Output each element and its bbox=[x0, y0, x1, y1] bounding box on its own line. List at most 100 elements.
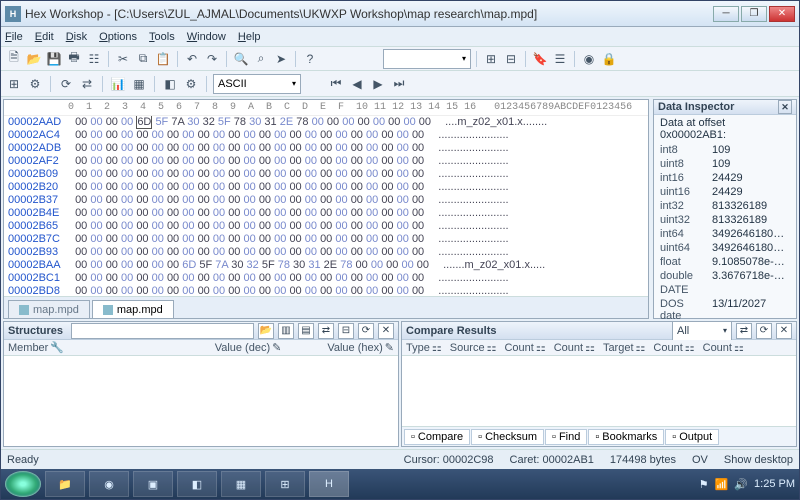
hex-row[interactable]: 00002B37 00 00 00 00 00 00 00 00 00 00 0… bbox=[4, 194, 648, 207]
inspector-close-icon[interactable]: ✕ bbox=[778, 100, 792, 114]
compare-col[interactable]: Target ⚏ bbox=[603, 341, 645, 354]
file-tab[interactable]: map.mpd bbox=[8, 300, 90, 318]
compare-col[interactable]: Count ⚏ bbox=[504, 341, 545, 354]
minimize-button[interactable]: ─ bbox=[713, 6, 739, 22]
taskbar-explorer-icon[interactable]: 📁 bbox=[45, 471, 85, 497]
find-icon[interactable]: 🔍 bbox=[232, 50, 250, 68]
compare-col[interactable]: Count ⚏ bbox=[554, 341, 595, 354]
link-struct-icon[interactable]: ⇄ bbox=[318, 323, 334, 339]
reload-icon[interactable]: ⟳ bbox=[57, 75, 75, 93]
taskbar-hexworkshop-icon[interactable]: H bbox=[309, 471, 349, 497]
undo-icon[interactable]: ↶ bbox=[183, 50, 201, 68]
taskbar-clock[interactable]: 1:25 PM bbox=[754, 479, 795, 490]
paste-icon[interactable]: 📋 bbox=[154, 50, 172, 68]
hex-row[interactable]: 00002BD8 00 00 00 00 00 00 00 00 00 00 0… bbox=[4, 285, 648, 296]
open-struct-icon[interactable]: 📂 bbox=[258, 323, 274, 339]
compare-close-icon[interactable]: ✕ bbox=[776, 323, 792, 339]
inspector-row[interactable]: uint8109 bbox=[654, 157, 796, 171]
lock-icon[interactable]: 🔒 bbox=[600, 50, 618, 68]
inspector-row[interactable]: uint1624429 bbox=[654, 185, 796, 199]
structures-body[interactable] bbox=[4, 356, 398, 446]
calc-icon[interactable]: ⊞ bbox=[5, 75, 23, 93]
inspector-row[interactable]: uint32813326189 bbox=[654, 213, 796, 227]
structures-close-icon[interactable]: ✕ bbox=[378, 323, 394, 339]
copy-icon[interactable]: ⧉ bbox=[134, 50, 152, 68]
start-button[interactable] bbox=[5, 471, 41, 497]
result-tab-compare[interactable]: ▫Compare bbox=[404, 429, 470, 445]
bookmark-icon[interactable]: 🔖 bbox=[531, 50, 549, 68]
hex-row[interactable]: 00002B65 00 00 00 00 00 00 00 00 00 00 0… bbox=[4, 220, 648, 233]
structures-select[interactable] bbox=[71, 323, 254, 339]
taskbar-chrome-icon[interactable]: ◉ bbox=[89, 471, 129, 497]
show-desktop-button[interactable]: Show desktop bbox=[724, 454, 793, 466]
open-file-icon[interactable]: 📂 bbox=[25, 50, 43, 68]
refresh-struct-icon[interactable]: ⟳ bbox=[358, 323, 374, 339]
redo-icon[interactable]: ↷ bbox=[203, 50, 221, 68]
help-icon[interactable]: ? bbox=[301, 50, 319, 68]
tray-sound-icon[interactable]: 🔊 bbox=[734, 478, 748, 491]
compare-icon[interactable]: ⇄ bbox=[78, 75, 96, 93]
taskbar-app1-icon[interactable]: ▣ bbox=[133, 471, 173, 497]
inspector-row[interactable]: int32813326189 bbox=[654, 199, 796, 213]
last-icon[interactable]: ⏭ bbox=[390, 75, 408, 93]
compare-col[interactable]: Source ⚏ bbox=[450, 341, 497, 354]
cut-icon[interactable]: ✂ bbox=[114, 50, 132, 68]
inspector-row[interactable]: DATE bbox=[654, 283, 796, 297]
inspector-row[interactable]: int8109 bbox=[654, 143, 796, 157]
device-icon[interactable]: ◉ bbox=[580, 50, 598, 68]
result-tab-output[interactable]: ▫Output bbox=[665, 429, 719, 445]
encoding-select[interactable]: ASCII▾ bbox=[213, 74, 301, 94]
file-tab[interactable]: map.mpd bbox=[92, 300, 174, 318]
menu-edit[interactable]: Edit bbox=[35, 31, 54, 43]
maximize-button[interactable]: ❐ bbox=[741, 6, 767, 22]
system-tray[interactable]: ⚑ 📶 🔊 1:25 PM bbox=[699, 478, 795, 491]
inspector-row[interactable]: uint643492646180192149... bbox=[654, 241, 796, 255]
hex-row[interactable]: 00002B4E 00 00 00 00 00 00 00 00 00 00 0… bbox=[4, 207, 648, 220]
taskbar-app3-icon[interactable]: ▦ bbox=[221, 471, 261, 497]
menu-help[interactable]: Help bbox=[238, 31, 261, 43]
result-tab-bookmarks[interactable]: ▫Bookmarks bbox=[588, 429, 664, 445]
inspector-row[interactable]: int643492646180192149... bbox=[654, 227, 796, 241]
first-icon[interactable]: ⏮ bbox=[327, 75, 345, 93]
hex-body[interactable]: 00002AAD 00 00 00 00 6D 5F 7A 30 32 5F 7… bbox=[4, 116, 648, 296]
hex-editor[interactable]: 0 1 2 3 4 5 6 7 8 9 A B C D E F 10 11 12… bbox=[3, 99, 649, 319]
hex-row[interactable]: 00002AC4 00 00 00 00 00 00 00 00 00 00 0… bbox=[4, 129, 648, 142]
chart-icon[interactable]: 📊 bbox=[109, 75, 127, 93]
color-icon[interactable]: ◧ bbox=[161, 75, 179, 93]
close-button[interactable]: ✕ bbox=[769, 6, 795, 22]
menu-disk[interactable]: Disk bbox=[66, 31, 87, 43]
menu-tools[interactable]: Tools bbox=[149, 31, 175, 43]
compare-col[interactable]: Count ⚏ bbox=[653, 341, 694, 354]
tray-network-icon[interactable]: 📶 bbox=[715, 478, 729, 491]
hex-row[interactable]: 00002B20 00 00 00 00 00 00 00 00 00 00 0… bbox=[4, 181, 648, 194]
result-tab-checksum[interactable]: ▫Checksum bbox=[471, 429, 544, 445]
goto-icon[interactable]: ➤ bbox=[272, 50, 290, 68]
grid-icon[interactable]: ▦ bbox=[130, 75, 148, 93]
menu-file[interactable]: File bbox=[5, 31, 23, 43]
hex-row[interactable]: 00002AAD 00 00 00 00 6D 5F 7A 30 32 5F 7… bbox=[4, 116, 648, 129]
inspector-row[interactable]: double3.3676718e-075 bbox=[654, 269, 796, 283]
hex-row[interactable]: 00002B09 00 00 00 00 00 00 00 00 00 00 0… bbox=[4, 168, 648, 181]
tool-icon[interactable]: ⚙ bbox=[26, 75, 44, 93]
taskbar-app2-icon[interactable]: ◧ bbox=[177, 471, 217, 497]
edit-struct-icon[interactable]: ▤ bbox=[298, 323, 314, 339]
menu-window[interactable]: Window bbox=[187, 31, 226, 43]
add-struct-icon[interactable]: ▥ bbox=[278, 323, 294, 339]
compare-refresh-icon[interactable]: ⟳ bbox=[756, 323, 772, 339]
prev-icon[interactable]: ◀ bbox=[348, 75, 366, 93]
menu-options[interactable]: Options bbox=[99, 31, 137, 43]
inspector-row[interactable]: DOS date13/11/2027 bbox=[654, 297, 796, 321]
hex-row[interactable]: 00002B7C 00 00 00 00 00 00 00 00 00 00 0… bbox=[4, 233, 648, 246]
inspector-row[interactable]: int1624429 bbox=[654, 171, 796, 185]
hex-row[interactable]: 00002BC1 00 00 00 00 00 00 00 00 00 00 0… bbox=[4, 272, 648, 285]
hex-row[interactable]: 00002BAA 00 00 00 00 00 00 00 6D 5F 7A 3… bbox=[4, 259, 648, 272]
tray-flag-icon[interactable]: ⚑ bbox=[699, 478, 709, 491]
new-file-icon[interactable]: 🗎 bbox=[5, 50, 23, 68]
remove-struct-icon[interactable]: ⊟ bbox=[338, 323, 354, 339]
inspector-row[interactable]: float9.1085078e-010 bbox=[654, 255, 796, 269]
compare-col[interactable]: Type ⚏ bbox=[406, 341, 442, 354]
save-icon[interactable]: 💾 bbox=[45, 50, 63, 68]
insert-icon[interactable]: ⊞ bbox=[482, 50, 500, 68]
compare-body[interactable] bbox=[402, 356, 796, 426]
hex-row[interactable]: 00002ADB 00 00 00 00 00 00 00 00 00 00 0… bbox=[4, 142, 648, 155]
